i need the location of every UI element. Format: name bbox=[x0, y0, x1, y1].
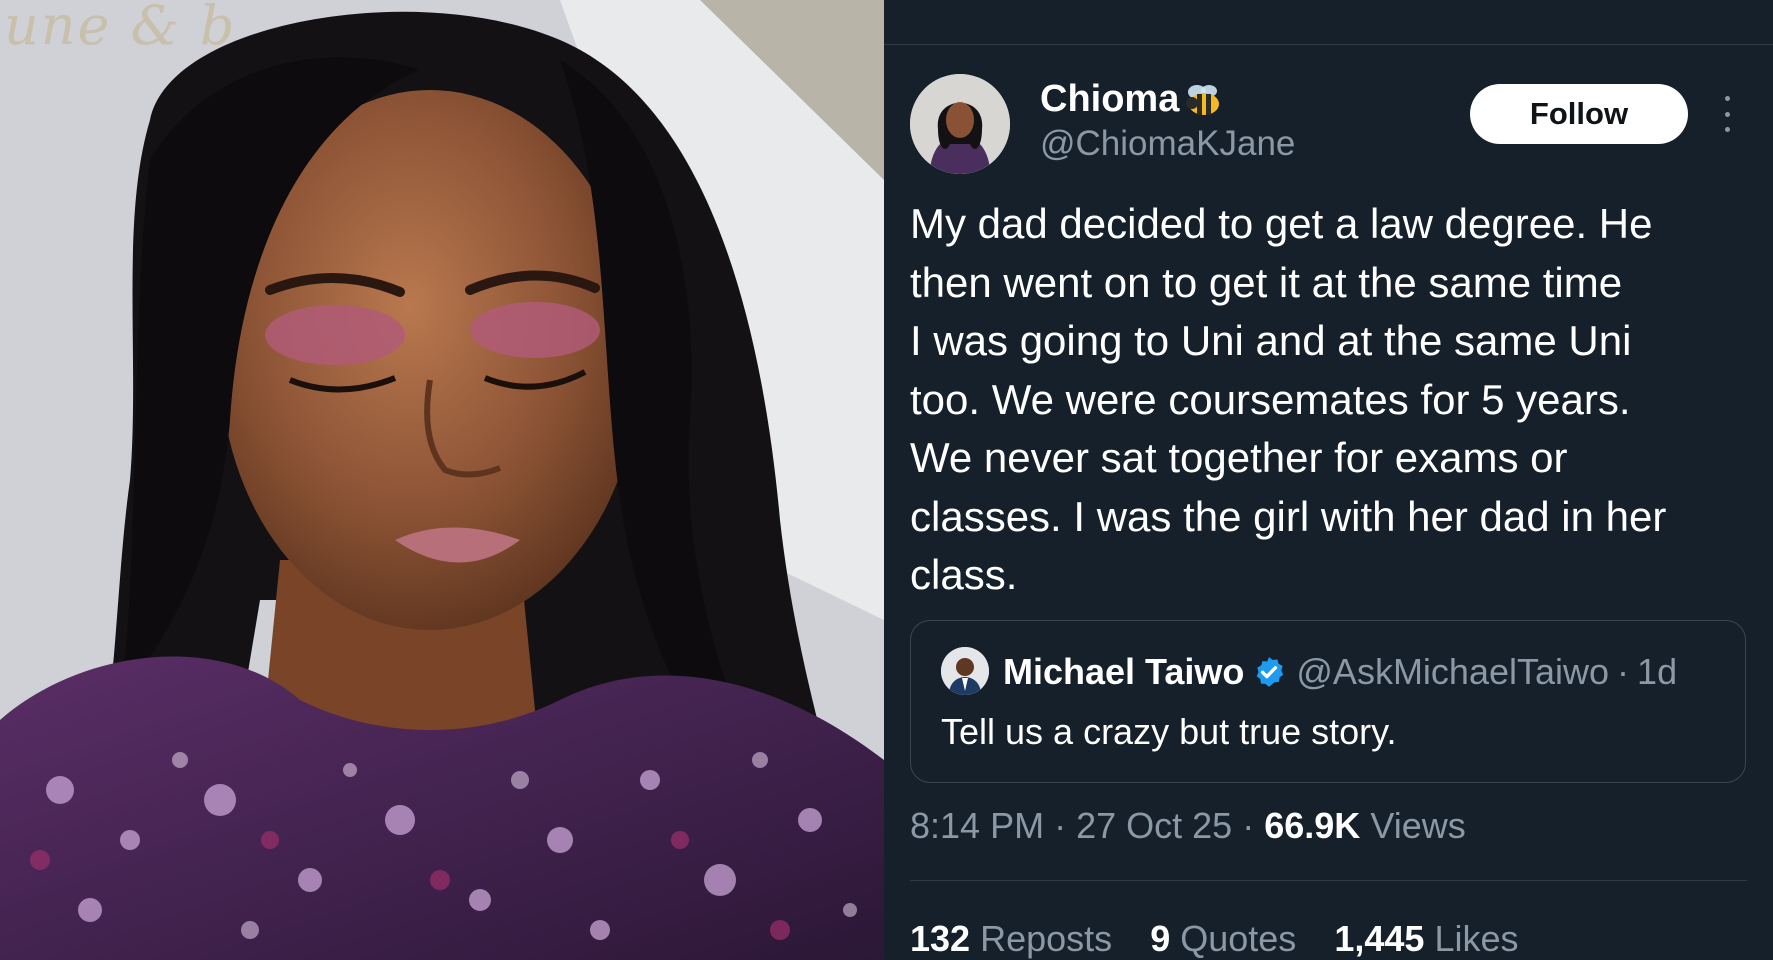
quotes-count: 9 bbox=[1150, 918, 1171, 959]
tweet-time[interactable]: 8:14 PM bbox=[910, 805, 1044, 846]
reposts-label: Reposts bbox=[980, 918, 1113, 959]
likes-count: 1,445 bbox=[1334, 918, 1425, 959]
stats-divider bbox=[910, 880, 1747, 881]
quoted-separator: · bbox=[1617, 651, 1630, 692]
author-avatar-image bbox=[910, 74, 1010, 174]
bee-icon bbox=[1186, 84, 1220, 115]
likes-label: Likes bbox=[1434, 918, 1519, 959]
views-count: 66.9K bbox=[1264, 805, 1361, 846]
author-handle[interactable]: @ChiomaKJane bbox=[1040, 124, 1295, 164]
tweet-stats: 132 Reposts 9 Quotes 1,445 Likes bbox=[910, 918, 1546, 960]
post-photo: une & b bbox=[0, 0, 884, 960]
tweet-date[interactable]: 27 Oct 25 bbox=[1076, 805, 1232, 846]
portrait-illustration bbox=[0, 0, 884, 960]
quoted-tweet-header: Michael Taiwo @AskMichaelTaiwo · 1d bbox=[1003, 651, 1677, 693]
more-vertical-icon[interactable] bbox=[1722, 96, 1732, 132]
meta-separator: · bbox=[1054, 805, 1067, 846]
reposts-stat[interactable]: 132 Reposts bbox=[910, 918, 1122, 959]
quoted-avatar-image bbox=[941, 647, 989, 695]
author-display-name[interactable]: Chioma bbox=[1040, 78, 1223, 121]
tweet-panel: Chioma @ChiomaKJane Follow My dad decide… bbox=[884, 0, 1773, 960]
quoted-tweet-age[interactable]: 1d bbox=[1637, 651, 1677, 693]
author-name-text: Chioma bbox=[1040, 78, 1180, 120]
author-avatar[interactable] bbox=[910, 74, 1010, 174]
views-label: Views bbox=[1370, 805, 1466, 846]
reposts-count: 132 bbox=[910, 918, 971, 959]
verified-badge-icon bbox=[1257, 657, 1284, 687]
photo-watermark: une & b bbox=[4, 0, 237, 57]
tweet-body-text: My dad decided to get a law degree. He t… bbox=[910, 200, 1667, 598]
quoted-author-name[interactable]: Michael Taiwo bbox=[1003, 651, 1244, 693]
follow-button[interactable]: Follow bbox=[1470, 84, 1688, 144]
tweet-meta: 8:14 PM · 27 Oct 25 · 66.9K Views bbox=[910, 805, 1466, 847]
quoted-tweet-card[interactable]: Michael Taiwo @AskMichaelTaiwo · 1d Tell… bbox=[910, 620, 1746, 783]
likes-stat[interactable]: 1,445 Likes bbox=[1334, 918, 1518, 959]
quoted-author-handle[interactable]: @AskMichaelTaiwo bbox=[1296, 651, 1609, 693]
quoted-tweet-text: Tell us a crazy but true story. bbox=[941, 711, 1397, 752]
quotes-stat[interactable]: 9 Quotes bbox=[1150, 918, 1306, 959]
top-divider bbox=[884, 44, 1773, 45]
quotes-label: Quotes bbox=[1180, 918, 1297, 959]
meta-separator: · bbox=[1242, 805, 1255, 846]
quoted-author-avatar[interactable] bbox=[941, 647, 989, 695]
